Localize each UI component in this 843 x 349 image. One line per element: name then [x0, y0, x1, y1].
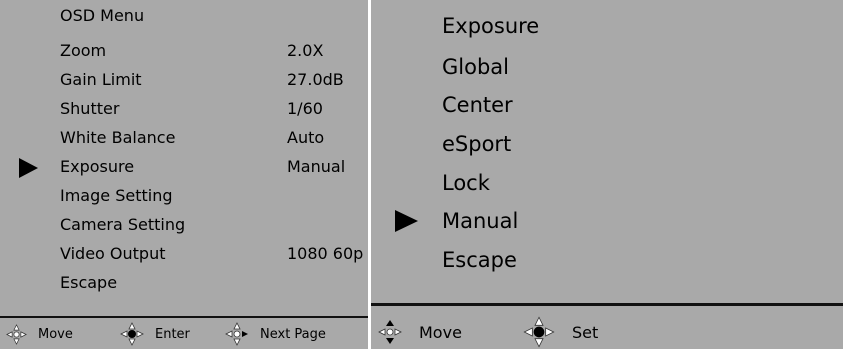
footer-divider: [0, 316, 368, 318]
selection-cursor-icon: [395, 210, 418, 232]
exposure-option-esport[interactable]: eSport: [442, 132, 511, 156]
exposure-menu-title: Exposure: [442, 14, 540, 38]
dpad-move-icon: [6, 324, 27, 345]
exposure-option-center[interactable]: Center: [442, 93, 513, 117]
menu-item-white-balance[interactable]: White Balance: [60, 128, 175, 147]
dpad-enter-icon: [120, 322, 144, 346]
menu-item-zoom[interactable]: Zoom: [60, 41, 106, 60]
exposure-submenu-panel: Exposure Global Center eSport Lock Manua…: [371, 0, 843, 349]
dpad-move-icon: [378, 320, 402, 344]
exposure-value: Manual: [287, 157, 346, 176]
selection-cursor-icon: [19, 158, 38, 178]
footer-hint-next-page: Next Page: [225, 322, 326, 346]
shutter-value: 1/60: [287, 99, 323, 118]
menu-item-shutter[interactable]: Shutter: [60, 99, 119, 118]
gain-limit-value: 27.0dB: [287, 70, 344, 89]
menu-item-exposure[interactable]: Exposure: [60, 157, 134, 176]
footer-divider: [371, 303, 843, 306]
video-output-value: 1080 60p: [287, 244, 364, 263]
menu-item-camera-setting[interactable]: Camera Setting: [60, 215, 185, 234]
dpad-set-icon: [523, 316, 555, 348]
footer-hint-move: Move: [378, 319, 462, 345]
menu-item-video-output[interactable]: Video Output: [60, 244, 166, 263]
footer-move-label: Move: [38, 327, 73, 342]
footer-hint-enter: Enter: [120, 322, 190, 346]
menu-item-escape[interactable]: Escape: [60, 273, 117, 292]
exposure-option-escape[interactable]: Escape: [442, 248, 517, 272]
white-balance-value: Auto: [287, 128, 325, 147]
osd-menu-title: OSD Menu: [60, 6, 145, 25]
footer-enter-label: Enter: [155, 326, 190, 342]
footer-move-label: Move: [419, 322, 462, 342]
exposure-option-global[interactable]: Global: [442, 55, 509, 79]
menu-item-gain-limit[interactable]: Gain Limit: [60, 70, 142, 89]
exposure-option-lock[interactable]: Lock: [442, 171, 490, 195]
footer-set-label: Set: [572, 322, 599, 342]
footer-hint-move: Move: [6, 324, 73, 345]
dpad-next-page-icon: [225, 322, 248, 346]
footer-next-page-label: Next Page: [260, 326, 326, 342]
exposure-option-manual[interactable]: Manual: [442, 209, 518, 233]
menu-item-image-setting[interactable]: Image Setting: [60, 186, 172, 205]
zoom-value: 2.0X: [287, 41, 324, 60]
footer-hint-set: Set: [523, 316, 598, 348]
osd-main-menu-panel: OSD Menu Zoom 2.0X Gain Limit 27.0dB Shu…: [0, 0, 368, 349]
